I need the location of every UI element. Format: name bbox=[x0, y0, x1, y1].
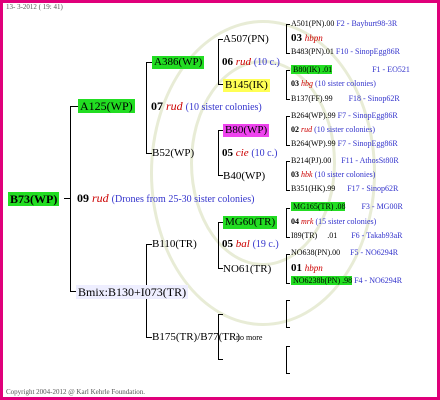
gen4-queen[interactable]: B264(WP) bbox=[291, 111, 326, 120]
root-num: 09 bbox=[77, 191, 89, 205]
connector bbox=[286, 145, 290, 146]
gen4-row-5: B264(WP).99 F7 - SinopEgg86R bbox=[291, 139, 398, 148]
gen4-queen[interactable]: NO6238b(PN) bbox=[291, 276, 343, 285]
gen4-row-6: B214(PJ).00 F11 - AthosSt80R bbox=[291, 156, 399, 165]
connector bbox=[286, 190, 290, 191]
sire-num: 07 bbox=[151, 99, 163, 113]
connector bbox=[218, 359, 223, 360]
connector bbox=[286, 300, 287, 328]
connector bbox=[286, 254, 290, 255]
gen4-row-7: B351(HK).99 F17 - Sinop62R bbox=[291, 184, 399, 193]
gen2-drone-2: 05 bal (19 c.) bbox=[222, 238, 279, 250]
gen3-queen-5[interactable]: NO61(TR) bbox=[223, 264, 271, 275]
gen3-queen-3[interactable]: B40(WP) bbox=[223, 171, 265, 182]
sire-queen[interactable]: A125(WP) bbox=[78, 99, 135, 113]
gen2-queen-2[interactable]: B110(TR) bbox=[152, 239, 197, 250]
gen4-row-3: B137(FF).99 F18 - Sinop62R bbox=[291, 94, 400, 103]
connector bbox=[286, 116, 287, 146]
date-stamp: 13- 3-2012 ( 19: 41) bbox=[6, 3, 63, 11]
connector bbox=[286, 300, 290, 301]
connector bbox=[286, 161, 287, 191]
sire-drone-info: 07 rud (10 sister colonies) bbox=[151, 100, 262, 113]
connector bbox=[70, 106, 78, 107]
gen3-drone-0: 03 hbpn bbox=[291, 32, 323, 44]
gen2-note-3: no more bbox=[236, 333, 263, 342]
connector bbox=[70, 106, 71, 292]
connector bbox=[286, 208, 287, 238]
root-drone-info: 09 rud (Drones from 25-30 sister colonie… bbox=[77, 192, 254, 205]
copyright: Copyright 2004-2012 @ Karl Kehrle Founda… bbox=[6, 388, 146, 396]
connector bbox=[286, 70, 290, 71]
gen4-row-2: B80(IK) .01 F1 - EO521 bbox=[291, 65, 410, 74]
gen4-queen[interactable]: B351(HK) bbox=[291, 184, 325, 193]
gen4-row-8: MG165(TR) .08 F3 - MG00R bbox=[291, 202, 403, 211]
root-note: (Drones from 25-30 sister colonies) bbox=[111, 194, 255, 205]
gen3-drone-1: 03 hbg (10 sister colonies) bbox=[291, 79, 376, 88]
gen3-drone-2: 02 rud (10 sister colonies) bbox=[291, 125, 375, 134]
gen4-row-11: NO6238b(PN) .98 F4 - NO6294R bbox=[291, 276, 403, 285]
gen3-queen-0[interactable]: A507(PN) bbox=[223, 34, 269, 45]
gen4-queen[interactable]: B264(WP) bbox=[291, 139, 326, 148]
connector bbox=[286, 70, 287, 100]
connector bbox=[64, 198, 70, 199]
dam-queen[interactable]: Bmix:B130+I073(TR) bbox=[76, 285, 189, 299]
connector bbox=[286, 254, 287, 284]
gen2-queen-1[interactable]: B52(WP) bbox=[152, 148, 194, 159]
gen3-drone-3: 03 hbk (10 sister colonies) bbox=[291, 170, 376, 179]
gen2-drone-1: 05 cie (10 c.) bbox=[222, 147, 278, 159]
gen4-queen[interactable]: B483(PN) bbox=[291, 47, 324, 56]
connector bbox=[286, 53, 290, 54]
connector bbox=[286, 24, 287, 54]
connector bbox=[286, 24, 290, 25]
connector bbox=[286, 373, 290, 374]
gen3-drone-4: 04 mrk (15 sister colonies) bbox=[291, 217, 377, 226]
connector bbox=[286, 346, 287, 374]
sire-race: rud bbox=[166, 99, 183, 113]
connector bbox=[286, 346, 290, 347]
connector bbox=[146, 62, 147, 154]
gen4-queen[interactable]: A501(PN) bbox=[291, 19, 324, 28]
gen2-queen-3[interactable]: B175(TR)/B77(TR) bbox=[152, 332, 240, 343]
gen4-row-0: A501(PN).00 F2 - Bayburt98-3R bbox=[291, 19, 398, 28]
connector bbox=[286, 99, 290, 100]
connector bbox=[286, 161, 290, 162]
root-race: rud bbox=[92, 191, 109, 205]
gen4-row-10: NO638(PN).00 F5 - NO6294R bbox=[291, 248, 399, 257]
gen4-row-9: I89(TR) .01 F6 - Takab93aR bbox=[291, 231, 403, 240]
connector bbox=[218, 39, 219, 85]
sire-note: (10 sister colonies) bbox=[185, 102, 262, 113]
connector bbox=[286, 283, 290, 284]
gen3-queen-1[interactable]: B145(IK) bbox=[223, 79, 270, 92]
gen4-queen[interactable]: MG165(TR) bbox=[291, 202, 336, 211]
gen4-queen[interactable]: B214(PJ) bbox=[291, 156, 321, 165]
connector bbox=[218, 130, 219, 176]
gen4-queen[interactable]: B80(IK) bbox=[291, 65, 323, 74]
gen2-queen-0[interactable]: A386(WP) bbox=[152, 56, 205, 69]
gen4-row-4: B264(WP).99 F7 - SinopEgg86R bbox=[291, 111, 398, 120]
root-queen[interactable]: B73(WP) bbox=[8, 192, 60, 206]
connector bbox=[286, 116, 290, 117]
gen4-row-1: B483(PN).01 F10 - SinopEgg86R bbox=[291, 47, 400, 56]
gen4-queen[interactable]: I89(TR) bbox=[291, 231, 317, 240]
gen4-queen[interactable]: NO638(PN) bbox=[291, 248, 330, 257]
connector bbox=[286, 327, 290, 328]
connector bbox=[286, 237, 290, 238]
connector bbox=[218, 314, 223, 315]
gen3-drone-5: 01 hbpn bbox=[291, 262, 323, 274]
gen3-queen-4[interactable]: MG60(TR) bbox=[223, 216, 278, 229]
gen2-drone-0: 06 rud (10 c.) bbox=[222, 56, 280, 68]
gen4-queen[interactable]: B137(FF) bbox=[291, 94, 323, 103]
gen3-queen-2[interactable]: B80(WP) bbox=[223, 124, 270, 137]
connector bbox=[286, 208, 290, 209]
connector bbox=[218, 222, 219, 269]
